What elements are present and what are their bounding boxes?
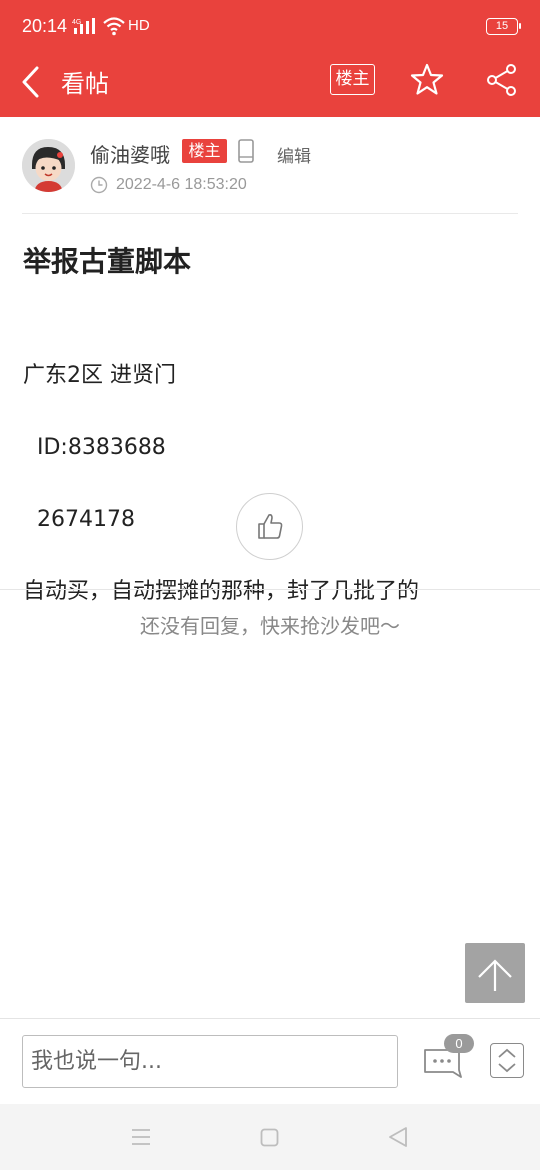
status-bar: 20:14 4G HD 15 — [0, 0, 540, 54]
post-title: 举报古董脚本 — [23, 245, 192, 278]
divider — [22, 213, 518, 214]
divider — [0, 589, 540, 590]
app-header-bar: 20:14 4G HD 15 看帖 楼主 — [0, 0, 540, 117]
scroll-toggle-button[interactable] — [490, 1043, 524, 1078]
back-icon[interactable] — [16, 62, 46, 102]
home-icon[interactable] — [260, 1128, 279, 1147]
svg-text:4G: 4G — [72, 19, 81, 26]
post-body-line: 自动买，自动摆摊的那种，封了几批了的 — [23, 579, 420, 604]
post-body-line: 广东2区 进贤门 — [23, 363, 176, 388]
post-time: 2022-4-6 18:53:20 — [116, 176, 247, 193]
edit-link[interactable]: 编辑 — [277, 142, 311, 167]
share-icon[interactable] — [485, 63, 519, 97]
avatar[interactable] — [22, 139, 75, 192]
thumbs-up-icon — [258, 514, 283, 539]
signal-icon: 4G — [72, 18, 95, 34]
battery-indicator: 15 — [486, 18, 521, 35]
reply-input[interactable] — [22, 1035, 398, 1088]
empty-replies-text: 还没有回复，快来抢沙发吧～ — [140, 614, 400, 638]
status-time: 20:14 — [22, 16, 68, 36]
wifi-icon — [103, 17, 125, 36]
post-body-line: 2674178 — [23, 507, 135, 532]
post-body: 广东2区 进贤门 ID:8383688 2674178 自动买，自动摆摊的那种，… — [23, 322, 419, 646]
arrow-up-icon — [478, 959, 512, 991]
menu-icon[interactable] — [131, 1128, 151, 1146]
network-label: HD — [128, 17, 150, 34]
only-op-button[interactable]: 楼主 — [330, 64, 375, 95]
navigation-header: 看帖 楼主 — [0, 54, 540, 117]
page-title: 看帖 — [61, 70, 109, 98]
comment-count-badge: 0 — [444, 1034, 474, 1053]
phone-icon — [238, 139, 254, 163]
op-badge: 楼主 — [182, 139, 227, 163]
star-icon[interactable] — [410, 62, 444, 96]
back-to-top-button[interactable] — [465, 943, 525, 1003]
like-button[interactable] — [236, 493, 303, 560]
up-down-chevron-icon — [498, 1048, 516, 1073]
clock-icon — [90, 176, 108, 194]
nav-back-icon[interactable] — [387, 1126, 409, 1148]
post-body-line: ID:8383688 — [23, 435, 166, 460]
system-nav-bar — [0, 1104, 540, 1170]
author-name[interactable]: 偷油婆哦 — [90, 139, 170, 168]
